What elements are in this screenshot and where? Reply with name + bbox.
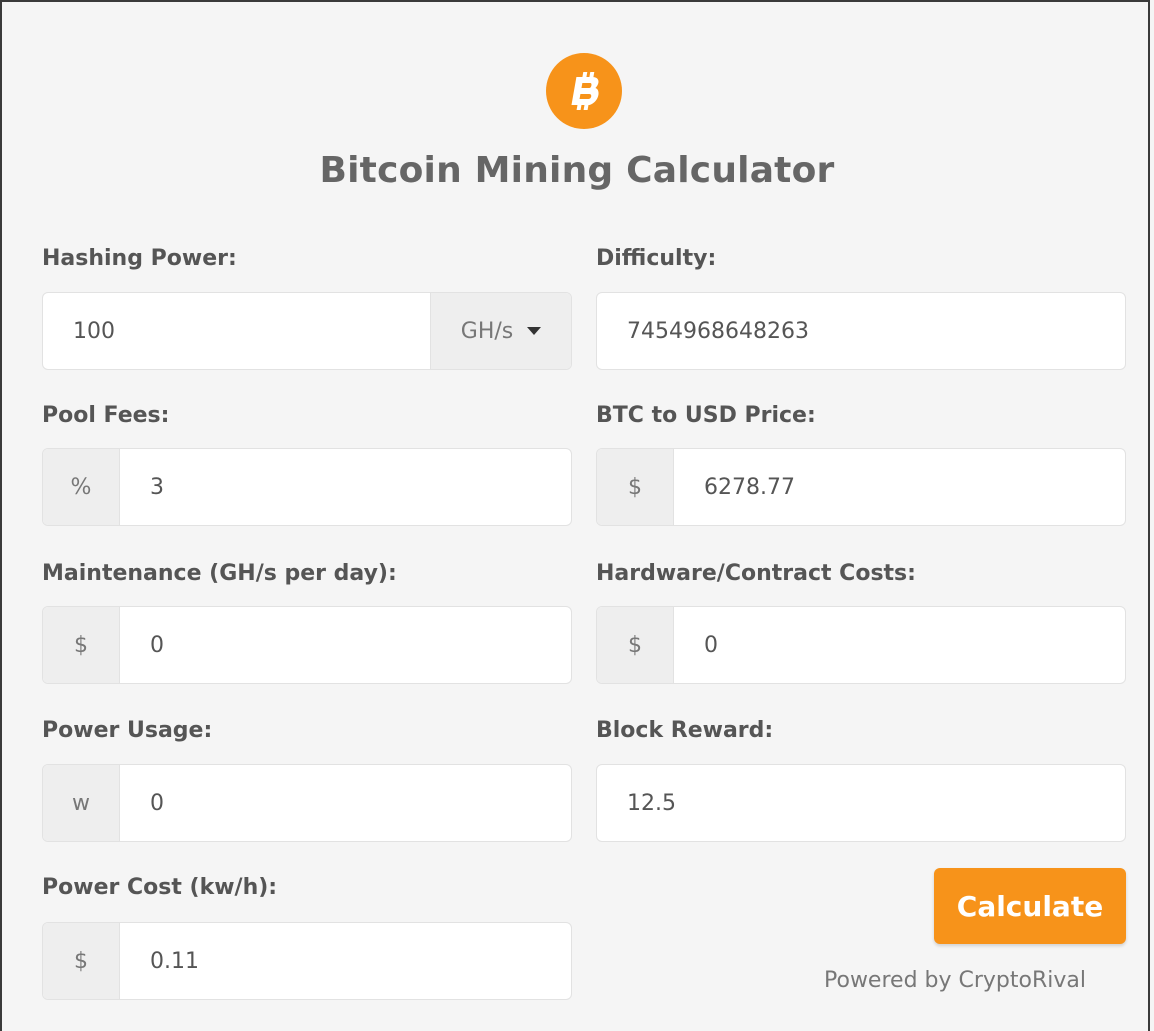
power-cost-field: $ 0.11: [42, 922, 572, 1000]
dollar-addon: $: [43, 607, 120, 683]
power-usage-input[interactable]: 0: [120, 765, 571, 841]
difficulty-label: Difficulty:: [596, 246, 717, 271]
btc-usd-price-label: BTC to USD Price:: [596, 403, 816, 428]
hashing-power-field: 100 GH/s: [42, 292, 572, 370]
bitcoin-icon: [546, 53, 622, 129]
watt-addon: w: [43, 765, 120, 841]
calculate-button[interactable]: Calculate: [934, 868, 1126, 944]
dollar-addon: $: [43, 923, 120, 999]
hashing-power-input[interactable]: 100: [43, 293, 430, 369]
block-reward-field: 12.5: [596, 764, 1126, 842]
maintenance-label: Maintenance (GH/s per day):: [42, 561, 397, 586]
powered-by-link[interactable]: Powered by CryptoRival: [824, 968, 1086, 993]
hardware-costs-field: $ 0: [596, 606, 1126, 684]
pool-fees-field: % 3: [42, 448, 572, 526]
btc-usd-price-field: $ 6278.77: [596, 448, 1126, 526]
calculator-panel: Bitcoin Mining Calculator Hashing Power:…: [0, 0, 1150, 1031]
dollar-addon: $: [597, 449, 674, 525]
power-usage-field: w 0: [42, 764, 572, 842]
power-usage-label: Power Usage:: [42, 718, 213, 743]
hardware-costs-input[interactable]: 0: [674, 607, 1125, 683]
maintenance-field: $ 0: [42, 606, 572, 684]
block-reward-input[interactable]: 12.5: [597, 765, 1125, 841]
maintenance-input[interactable]: 0: [120, 607, 571, 683]
chevron-down-icon: [527, 327, 542, 335]
pool-fees-input[interactable]: 3: [120, 449, 571, 525]
difficulty-input[interactable]: 7454968648263: [597, 293, 1125, 369]
dollar-addon: $: [597, 607, 674, 683]
hashing-unit-select[interactable]: GH/s: [430, 293, 571, 369]
hardware-costs-label: Hardware/Contract Costs:: [596, 561, 916, 586]
bitcoin-symbol: [571, 72, 599, 110]
percent-addon: %: [43, 449, 120, 525]
power-cost-label: Power Cost (kw/h):: [42, 875, 278, 900]
block-reward-label: Block Reward:: [596, 718, 774, 743]
pool-fees-label: Pool Fees:: [42, 403, 170, 428]
difficulty-field: 7454968648263: [596, 292, 1126, 370]
btc-usd-price-input[interactable]: 6278.77: [674, 449, 1125, 525]
hashing-power-label: Hashing Power:: [42, 246, 237, 271]
power-cost-input[interactable]: 0.11: [120, 923, 571, 999]
page-title: Bitcoin Mining Calculator: [319, 150, 835, 191]
hashing-unit-value: GH/s: [460, 318, 514, 344]
